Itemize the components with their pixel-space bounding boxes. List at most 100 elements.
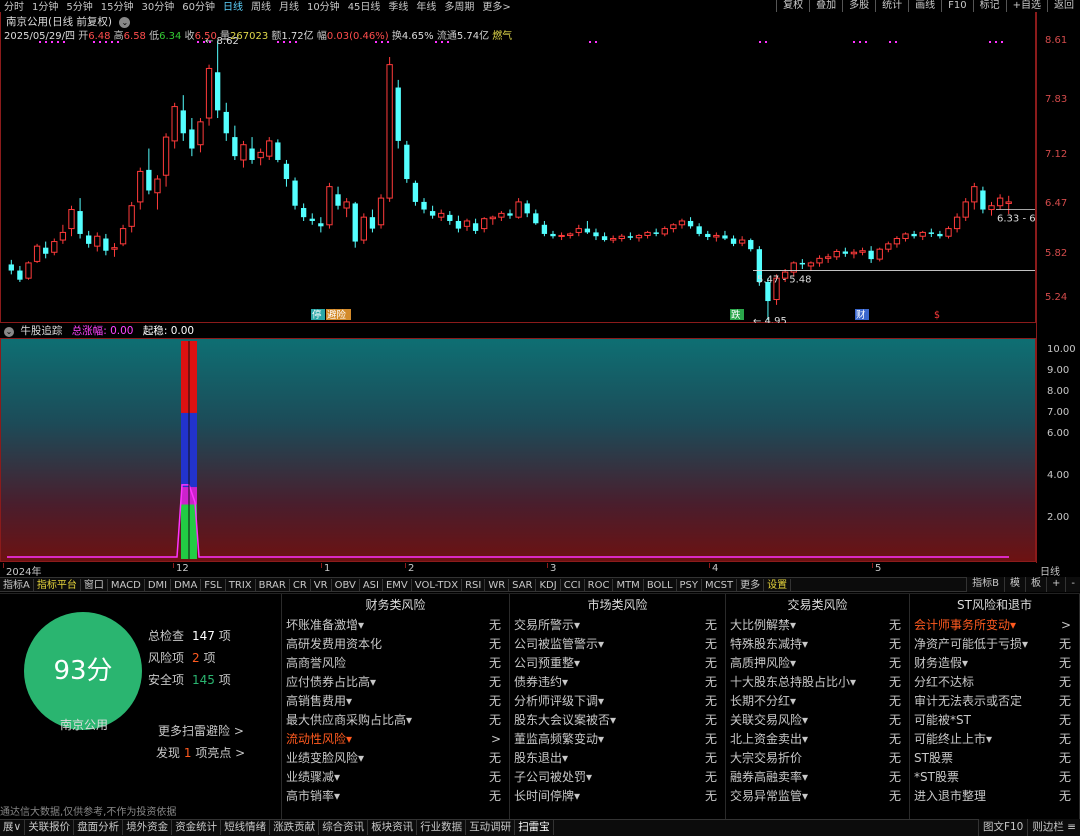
period-9[interactable]: 10分钟 (303, 2, 344, 12)
main-chart-frame[interactable]: ← 8.62 ← 4.95 5.47 - 5.48 6.33 - 6. 停避险跌财 $ (0, 12, 1036, 323)
risk-item[interactable]: 会计师事务所变动▾ > (910, 616, 1079, 635)
bottom-right-tab-1[interactable]: 则边栏 ≡ (1027, 819, 1080, 836)
candle[interactable] (533, 213, 539, 224)
candle[interactable] (455, 220, 462, 229)
indicator-tab-right-2[interactable]: 板 (1025, 577, 1046, 592)
risk-item[interactable]: 特殊股东减持▾ 无 (726, 635, 909, 654)
candle[interactable] (472, 223, 479, 231)
candle[interactable] (111, 247, 118, 250)
risk-item[interactable]: 股东大会议案被否▾ 无 (510, 711, 725, 730)
candle[interactable] (601, 236, 608, 241)
candle[interactable] (945, 228, 952, 237)
indicator-tab-17[interactable]: SAR (509, 579, 537, 591)
toolbar-button-1[interactable]: 叠加 (809, 0, 842, 12)
candle[interactable] (335, 194, 341, 206)
indicator-tab-11[interactable]: OBV (332, 579, 360, 591)
candle[interactable] (404, 144, 410, 180)
event-tag-4[interactable]: $ (934, 310, 940, 321)
bottom-tab-8[interactable]: 板块资讯 (368, 820, 418, 835)
candle[interactable] (859, 250, 866, 253)
candle[interactable] (197, 121, 204, 146)
date-axis-period[interactable]: 日线 (1040, 563, 1060, 578)
risk-item[interactable]: 坏账准备激增▾ 无 (282, 616, 509, 635)
candle[interactable] (119, 228, 127, 245)
risk-item[interactable]: 业绩变脸风险▾ 无 (282, 749, 509, 768)
toolbar-button-8[interactable]: 返回 (1047, 0, 1080, 12)
risk-item[interactable]: 股东退出▾ 无 (510, 749, 725, 768)
indicator-tab-right-0[interactable]: 指标B (966, 577, 1004, 592)
candle[interactable] (205, 67, 213, 119)
candle[interactable] (59, 231, 67, 241)
candle[interactable] (275, 142, 281, 160)
candle[interactable] (94, 235, 101, 247)
candle[interactable] (257, 151, 264, 159)
indicator-tab-25[interactable]: 更多 (737, 579, 765, 591)
candle[interactable] (670, 224, 677, 230)
candle[interactable] (171, 106, 178, 142)
candle[interactable] (360, 216, 367, 241)
risk-item[interactable]: 债券违约▾ 无 (510, 673, 725, 692)
candle[interactable] (885, 243, 892, 250)
candle[interactable] (343, 201, 350, 209)
highlight-link[interactable]: 发现 1 项亮点 > (156, 744, 245, 761)
indicator-tab-4[interactable]: DMI (145, 579, 172, 591)
candle[interactable] (816, 257, 823, 264)
candle[interactable] (515, 201, 522, 218)
indicator-tab-0[interactable]: 指标A (0, 579, 34, 591)
candle[interactable] (33, 245, 41, 262)
toolbar-button-6[interactable]: 标记 (972, 0, 1006, 12)
candle[interactable] (722, 235, 728, 239)
indicator-tab-1[interactable]: 指标平台 (34, 579, 81, 591)
period-0[interactable]: 分时 (0, 2, 28, 12)
period-3[interactable]: 15分钟 (97, 2, 138, 12)
risk-item[interactable]: 业绩骤减▾ 无 (282, 768, 509, 787)
sub-indicator-chart[interactable] (1, 339, 1035, 561)
candle[interactable] (678, 220, 686, 226)
period-13[interactable]: 多周期 (440, 2, 478, 12)
candle[interactable] (1005, 201, 1012, 204)
candle[interactable] (902, 233, 909, 240)
event-tag-2[interactable]: 跌 (731, 309, 741, 321)
indicator-tab-6[interactable]: FSL (201, 579, 226, 591)
candle[interactable] (25, 262, 32, 279)
candle[interactable] (369, 217, 376, 229)
risk-item[interactable]: 长时间停牌▾ 无 (510, 787, 725, 806)
risk-item[interactable]: 融券高融卖率▾ 无 (726, 768, 909, 787)
candle[interactable] (86, 235, 92, 244)
indicator-tab-12[interactable]: ASI (360, 579, 383, 591)
risk-item[interactable]: 董监高频繁变动▾ 无 (510, 730, 725, 749)
candle[interactable] (807, 262, 815, 267)
candle[interactable] (146, 169, 152, 191)
indicator-tab-13[interactable]: EMV (383, 579, 412, 591)
candle[interactable] (498, 212, 505, 218)
risk-item[interactable]: 可能被*ST 无 (910, 711, 1079, 730)
candle[interactable] (584, 228, 591, 233)
toolbar-button-2[interactable]: 多股 (842, 0, 875, 12)
candle[interactable] (567, 233, 574, 236)
indicator-tab-right-1[interactable]: 模 (1004, 577, 1025, 592)
candle[interactable] (51, 241, 58, 253)
risk-item[interactable]: 交易异常监管▾ 无 (726, 787, 909, 806)
candle[interactable] (189, 129, 195, 149)
indicator-tab-15[interactable]: RSI (462, 579, 486, 591)
toolbar-button-5[interactable]: F10 (941, 0, 972, 12)
period-1[interactable]: 1分钟 (28, 2, 62, 12)
event-tag-0[interactable]: 停 (312, 309, 322, 321)
candle[interactable] (824, 256, 832, 259)
bottom-tab-6[interactable]: 涨跌贡献 (270, 820, 320, 835)
period-8[interactable]: 月线 (275, 2, 303, 12)
sub-chart-frame[interactable] (0, 338, 1036, 562)
indicator-tab-9[interactable]: CR (290, 579, 311, 591)
candle[interactable] (738, 239, 746, 244)
candle[interactable] (377, 197, 385, 226)
candle[interactable] (412, 182, 419, 202)
period-12[interactable]: 年线 (412, 2, 440, 12)
period-5[interactable]: 60分钟 (178, 2, 219, 12)
period-14[interactable]: 更多> (478, 2, 514, 12)
candle[interactable] (292, 180, 298, 206)
candle[interactable] (799, 262, 806, 265)
candle[interactable] (180, 110, 186, 134)
candle[interactable] (137, 170, 144, 203)
candle[interactable] (971, 186, 978, 203)
candle[interactable] (593, 232, 599, 237)
